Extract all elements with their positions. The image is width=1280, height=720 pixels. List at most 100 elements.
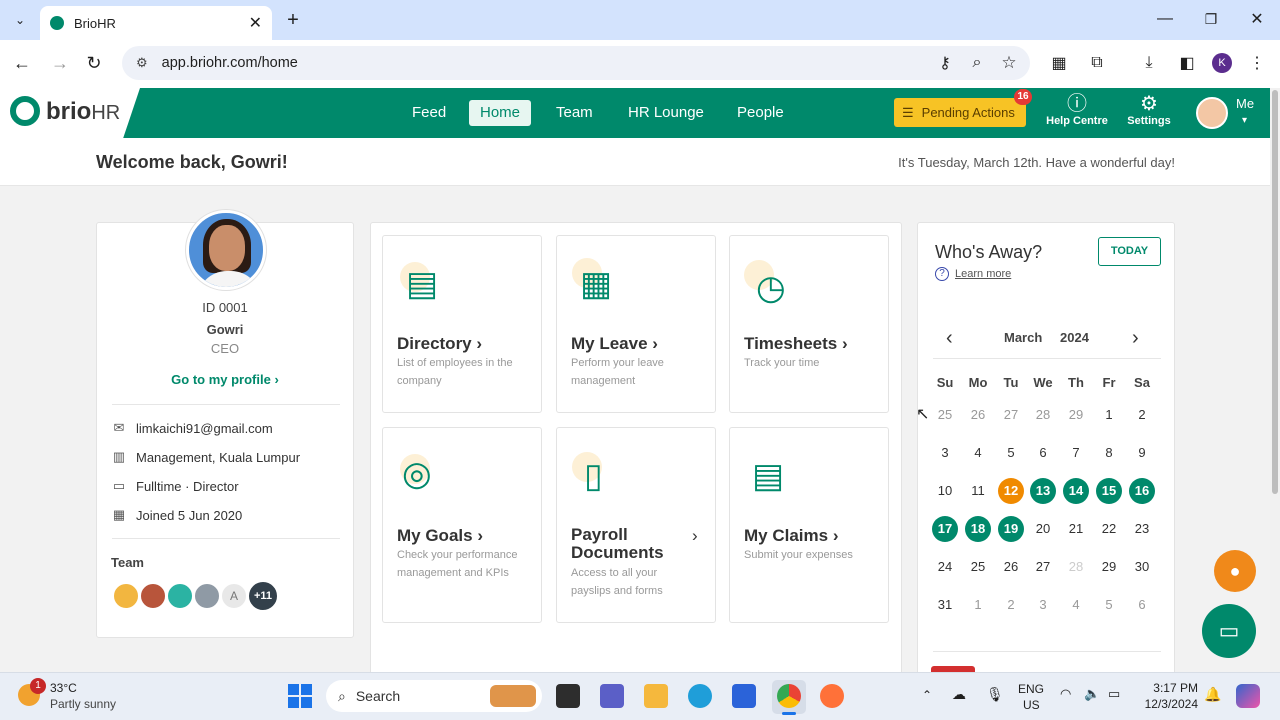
side-panel-icon[interactable]: ◧	[1176, 52, 1198, 74]
task-view-icon[interactable]	[556, 684, 580, 708]
chevron-up-icon[interactable]: ⌃	[922, 688, 932, 702]
wifi-icon[interactable]: ◠	[1060, 686, 1071, 702]
team-member-avatar[interactable]	[193, 582, 221, 610]
briohr-logo[interactable]: brioHR	[46, 98, 120, 126]
today-button[interactable]: TODAY	[1098, 237, 1161, 266]
calendar-day[interactable]: 23	[1129, 516, 1155, 542]
browser-menu-icon[interactable]: ⋮	[1246, 52, 1268, 74]
calendar-month[interactable]: March	[1004, 330, 1042, 345]
user-avatar[interactable]	[1196, 97, 1228, 129]
calendar-day[interactable]: 28	[1063, 554, 1089, 580]
calendar-day[interactable]: 17	[932, 516, 958, 542]
close-tab-icon[interactable]: ✕	[249, 13, 262, 33]
calendar-day[interactable]: 30	[1129, 554, 1155, 580]
help-centre-button[interactable]: ⓘ Help Centre	[1044, 93, 1110, 127]
calendar-day[interactable]: 16	[1129, 478, 1155, 504]
bookmark-star-icon[interactable]: ☆	[998, 52, 1020, 74]
calendar-day[interactable]: 29	[1096, 554, 1122, 580]
team-member-initial[interactable]: A	[220, 582, 248, 610]
calendar-day[interactable]: 14	[1063, 478, 1089, 504]
calendar-day[interactable]: 9	[1129, 440, 1155, 466]
nav-feed[interactable]: Feed	[401, 100, 457, 126]
calendar-day[interactable]: 10	[932, 478, 958, 504]
file-explorer-icon[interactable]	[644, 684, 668, 708]
forward-icon[interactable]: →	[48, 52, 72, 74]
calendar-day[interactable]: 18	[965, 516, 991, 542]
calendar-day[interactable]: 3	[1030, 592, 1056, 618]
calendar-day[interactable]: 27	[998, 402, 1024, 428]
calendar-day[interactable]: 2	[1129, 402, 1155, 428]
calendar-day[interactable]: 26	[998, 554, 1024, 580]
cloud-icon[interactable]: ☁	[952, 686, 966, 703]
scrollbar-thumb[interactable]	[1272, 90, 1278, 494]
pending-actions-button[interactable]: ☰ Pending Actions	[894, 98, 1026, 127]
teams-icon[interactable]	[600, 684, 624, 708]
nav-people[interactable]: People	[726, 100, 795, 126]
calendar-day[interactable]: 5	[1096, 592, 1122, 618]
contact-person-button[interactable]: ●	[1214, 550, 1256, 592]
calendar-day[interactable]: 4	[965, 440, 991, 466]
calendar-day[interactable]: 11	[965, 478, 991, 504]
calendar-day[interactable]: 31	[932, 592, 958, 618]
calendar-day[interactable]: 25	[932, 402, 958, 428]
calendar-day[interactable]: 6	[1030, 440, 1056, 466]
profile-avatar[interactable]: K	[1212, 53, 1232, 73]
learn-more-link[interactable]: ? Learn more	[935, 267, 1011, 281]
calendar-day[interactable]: 27	[1030, 554, 1056, 580]
extensions-puzzle-icon[interactable]: ⧉	[1086, 52, 1108, 74]
calendar-day[interactable]: 26	[965, 402, 991, 428]
team-member-avatar[interactable]	[112, 582, 140, 610]
weather-desc[interactable]: Partly sunny	[50, 697, 116, 711]
nav-home[interactable]: Home	[469, 100, 532, 126]
calendar-day[interactable]: 5	[998, 440, 1024, 466]
close-window-icon[interactable]: ✕	[1246, 8, 1268, 30]
me-menu[interactable]: Me ▾	[1236, 96, 1254, 126]
calendar-day[interactable]: 25	[965, 554, 991, 580]
windows-start-icon[interactable]	[288, 684, 312, 708]
calendar-day[interactable]: 8	[1096, 440, 1122, 466]
calendar-day[interactable]: 2	[998, 592, 1024, 618]
extension-grid-icon[interactable]: ▦	[1048, 52, 1070, 74]
restore-icon[interactable]: ❐	[1200, 8, 1222, 30]
microphone-icon[interactable]: 🎙	[986, 686, 1004, 703]
calendar-day[interactable]: 1	[1096, 402, 1122, 428]
browser-tab[interactable]: BrioHR ✕	[40, 6, 272, 40]
chat-button[interactable]: ▭	[1202, 604, 1256, 658]
volume-icon[interactable]: 🔈	[1084, 686, 1100, 702]
calendar-day[interactable]: 1	[965, 592, 991, 618]
calendar-day[interactable]: 22	[1096, 516, 1122, 542]
tab-search-chevron-icon[interactable]: ⌄	[8, 8, 32, 32]
language-us[interactable]: US	[1023, 698, 1040, 712]
password-key-icon[interactable]: ⚷	[934, 52, 956, 74]
calendar-day[interactable]: 15	[1096, 478, 1122, 504]
calendar-day[interactable]: 4	[1063, 592, 1089, 618]
address-bar[interactable]: ⚙ app.briohr.com/home	[122, 46, 1030, 80]
language-eng[interactable]: ENG	[1018, 682, 1044, 696]
clock-time[interactable]: 3:17 PM	[1138, 681, 1198, 695]
nav-hr-lounge[interactable]: HR Lounge	[617, 100, 715, 126]
prev-month-icon[interactable]: ‹	[946, 327, 953, 350]
copilot-icon[interactable]	[1236, 684, 1260, 708]
reload-icon[interactable]: ↻	[82, 52, 106, 74]
battery-icon[interactable]: ▭	[1108, 686, 1120, 702]
calendar-day[interactable]: 21	[1063, 516, 1089, 542]
weather-temp[interactable]: 33°C	[50, 681, 77, 695]
calendar-day[interactable]: 3	[932, 440, 958, 466]
minimize-icon[interactable]: —	[1154, 8, 1176, 30]
back-icon[interactable]: ←	[10, 52, 34, 74]
team-member-avatar[interactable]	[139, 582, 167, 610]
calendar-day[interactable]: 20	[1030, 516, 1056, 542]
nav-team[interactable]: Team	[545, 100, 604, 126]
calendar-day[interactable]: 19	[998, 516, 1024, 542]
firefox-icon[interactable]	[820, 684, 844, 708]
clock-date[interactable]: 12/3/2024	[1138, 697, 1198, 711]
taskbar-search[interactable]: ⌕ Search	[326, 680, 542, 712]
zoom-icon[interactable]: ⌕	[966, 52, 988, 74]
go-to-profile-link[interactable]: Go to my profile ›	[96, 372, 354, 387]
new-tab-icon[interactable]: +	[282, 8, 304, 32]
calendar-day[interactable]: 7	[1063, 440, 1089, 466]
chrome-icon[interactable]	[777, 684, 801, 708]
calendar-day[interactable]: 6	[1129, 592, 1155, 618]
team-member-avatar[interactable]	[166, 582, 194, 610]
calendar-day[interactable]: 13	[1030, 478, 1056, 504]
